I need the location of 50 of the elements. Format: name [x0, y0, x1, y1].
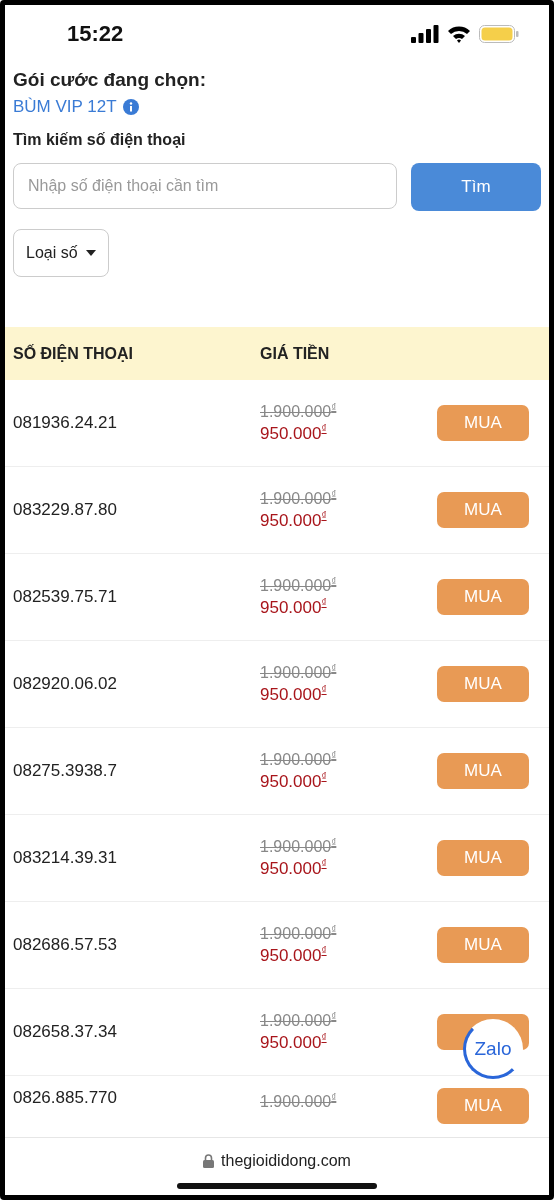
original-price: 1.900.000$^{₫}$: [260, 924, 338, 944]
buy-button[interactable]: MUA: [437, 753, 529, 789]
phone-number: 08275.3938.7: [12, 761, 118, 781]
sale-price: 950.000$^{₫}$: [260, 684, 328, 705]
buy-button[interactable]: MUA: [437, 1088, 529, 1124]
original-price: 1.900.000$^{₫}$: [260, 1092, 338, 1112]
sale-price: 950.000$^{₫}$: [260, 771, 328, 792]
phone-number: 081936.24.21: [12, 413, 118, 433]
phone-number: 0826.885.770: [12, 1088, 118, 1108]
lock-icon: [203, 1154, 215, 1168]
original-price: 1.900.000$^{₫}$: [260, 750, 338, 770]
plan-heading: Gói cước đang chọn:: [13, 69, 207, 91]
original-price: 1.900.000$^{₫}$: [260, 576, 338, 596]
phone-number: 082920.06.02: [12, 674, 118, 694]
search-button[interactable]: Tìm: [411, 163, 541, 211]
buy-button[interactable]: MUA: [437, 579, 529, 615]
phone-search-field[interactable]: Nhập số điện thoại cần tìm: [13, 163, 397, 209]
buy-button[interactable]: MUA: [437, 927, 529, 963]
sale-price: 950.000$^{₫}$: [260, 597, 328, 618]
sale-price: 950.000$^{₫}$: [260, 423, 328, 444]
phone-number: 082686.57.53: [12, 935, 118, 955]
column-header: GIÁ TIỀN: [260, 344, 331, 363]
original-price: 1.900.000$^{₫}$: [260, 402, 338, 422]
buy-button[interactable]: MUA: [437, 666, 529, 702]
sale-price: 950.000$^{₫}$: [260, 945, 328, 966]
buy-button[interactable]: MUA: [437, 405, 529, 441]
caret-icon: [85, 250, 96, 256]
column-header: SỐ ĐIỆN THOẠI: [12, 344, 134, 363]
sale-price: 950.000$^{₫}$: [260, 858, 328, 879]
wifi-icon: [447, 25, 471, 43]
battery-icon: [479, 25, 519, 43]
phone-number: 082658.37.34: [12, 1022, 118, 1042]
original-price: 1.900.000$^{₫}$: [260, 1011, 338, 1031]
phone-number: 082539.75.71: [12, 587, 118, 607]
number-type-dropdown[interactable]: Loại số: [13, 229, 109, 277]
phone-number: 083214.39.31: [12, 848, 118, 868]
status-time: 15:22: [67, 21, 124, 47]
original-price: 1.900.000$^{₫}$: [260, 663, 338, 683]
buy-button[interactable]: MUA: [437, 840, 529, 876]
buy-button[interactable]: MUA: [437, 492, 529, 528]
plan-name-link[interactable]: BÙM VIP 12T: [13, 97, 117, 117]
url-text[interactable]: thegioididong.com: [221, 1152, 351, 1170]
original-price: 1.900.000$^{₫}$: [260, 489, 338, 509]
info-icon[interactable]: [122, 99, 139, 115]
sale-price: 950.000$^{₫}$: [260, 510, 328, 531]
search-label: Tìm kiếm số điện thoại: [13, 131, 187, 149]
sale-price: 950.000$^{₫}$: [260, 1032, 328, 1053]
original-price: 1.900.000$^{₫}$: [260, 837, 338, 857]
phone-number: 083229.87.80: [12, 500, 118, 520]
signal-icon: [411, 25, 439, 43]
